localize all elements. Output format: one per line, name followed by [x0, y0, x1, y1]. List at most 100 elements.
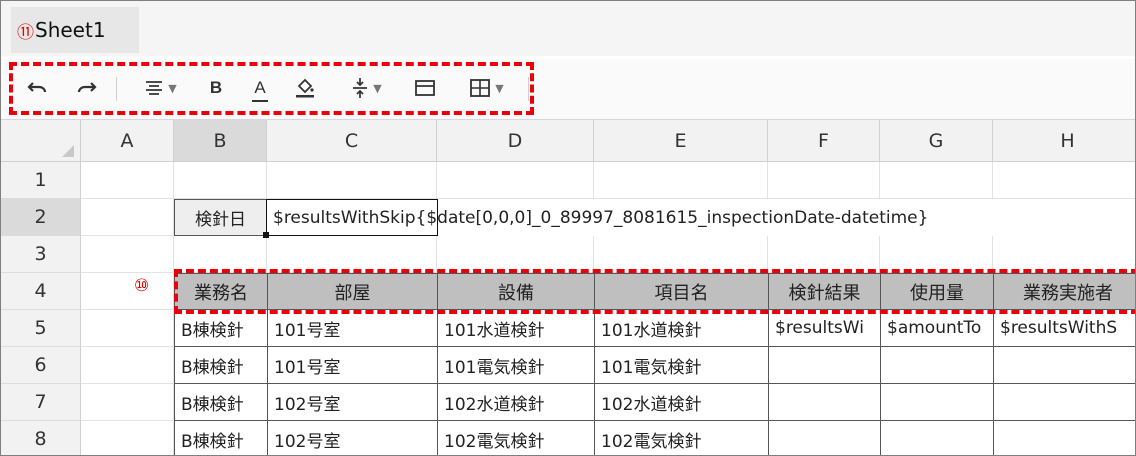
merge-cells-icon[interactable]	[411, 73, 439, 103]
cell-d5[interactable]: 101水道検針	[437, 309, 595, 347]
bold-icon[interactable]: B	[203, 73, 229, 103]
row-header-8[interactable]: 8	[1, 421, 81, 455]
cell-e5[interactable]: 101水道検針	[594, 309, 769, 347]
row-header-5[interactable]: 5	[1, 310, 81, 347]
cell-d4-header[interactable]: 設備	[437, 273, 595, 310]
cell-d8[interactable]: 102電気検針	[437, 420, 595, 455]
row-header-6[interactable]: 6	[1, 347, 81, 384]
cell-h4-header[interactable]: 業務実施者	[993, 273, 1135, 310]
cell-c5[interactable]: 101号室	[267, 309, 438, 347]
cell-h3[interactable]	[993, 236, 1135, 273]
cell-h8[interactable]	[993, 420, 1135, 455]
fill-color-icon[interactable]	[291, 73, 319, 103]
toolbar-separator	[528, 77, 529, 101]
cell-b2[interactable]: 検針日	[174, 199, 267, 236]
cell-d1[interactable]	[437, 162, 594, 199]
font-color-letter: A	[254, 78, 266, 97]
cell-c4-header[interactable]: 部屋	[267, 273, 438, 310]
column-header-g[interactable]: G	[880, 120, 993, 162]
borders-icon[interactable]: ▼	[459, 73, 515, 103]
cell-b6[interactable]: B棟検針	[174, 346, 268, 384]
undo-icon[interactable]	[23, 73, 53, 103]
cell-g1[interactable]	[880, 162, 993, 199]
column-header-f[interactable]: F	[768, 120, 880, 162]
cell-c1[interactable]	[267, 162, 437, 199]
cell-f4-header[interactable]: 検針結果	[768, 273, 881, 310]
cell-a1[interactable]	[81, 162, 174, 199]
cell-b8[interactable]: B棟検針	[174, 420, 268, 455]
row-header-2[interactable]: 2	[1, 199, 81, 236]
cell-f6[interactable]	[768, 346, 881, 384]
sheet-tab-label: Sheet1	[35, 18, 106, 42]
cell-f5[interactable]: $resultsWi	[768, 309, 881, 347]
font-color-label: A	[252, 78, 268, 102]
cell-g4-header[interactable]: 使用量	[880, 273, 994, 310]
chevron-down-icon: ▼	[168, 81, 177, 95]
cell-f7[interactable]	[768, 383, 881, 421]
cell-g5[interactable]: $amountTo	[880, 309, 994, 347]
bold-label: B	[209, 78, 223, 97]
cell-g7[interactable]	[880, 383, 994, 421]
spreadsheet-window: ⑪ Sheet1 ▼ B A ▼ ▼ A B C D E F G H 1 2 3…	[0, 0, 1136, 456]
cell-h5[interactable]: $resultsWithS	[993, 309, 1135, 347]
cell-c3[interactable]	[267, 236, 437, 273]
cell-d7[interactable]: 102水道検針	[437, 383, 595, 421]
cell-d6[interactable]: 101電気検針	[437, 346, 595, 384]
font-color-icon[interactable]: A	[247, 73, 273, 103]
corner-triangle	[62, 145, 74, 157]
cell-f8[interactable]	[768, 420, 881, 455]
cell-g6[interactable]	[880, 346, 994, 384]
row-header-4[interactable]: 4	[1, 273, 81, 310]
cell-e1[interactable]	[594, 162, 768, 199]
annotation-marker-11: ⑪	[17, 22, 34, 43]
cell-e6[interactable]: 101電気検針	[594, 346, 769, 384]
row-header-1[interactable]: 1	[1, 162, 81, 199]
cell-f3[interactable]	[768, 236, 880, 273]
vertical-align-icon[interactable]: ▼	[341, 73, 393, 103]
cell-e8[interactable]: 102電気検針	[594, 420, 769, 455]
cell-a5[interactable]	[81, 310, 174, 347]
column-header-c[interactable]: C	[267, 120, 437, 162]
select-all-corner[interactable]	[1, 120, 81, 162]
column-header-e[interactable]: E	[594, 120, 768, 162]
cell-c7[interactable]: 102号室	[267, 383, 438, 421]
cell-d3[interactable]	[437, 236, 594, 273]
cell-a4[interactable]	[81, 273, 174, 310]
cell-b1[interactable]	[174, 162, 267, 199]
cell-b4-header[interactable]: 業務名	[174, 273, 268, 310]
chevron-down-icon: ▼	[495, 81, 504, 95]
sheet-tab[interactable]: ⑪ Sheet1	[11, 7, 139, 53]
cell-a6[interactable]	[81, 347, 174, 384]
column-header-h[interactable]: H	[993, 120, 1135, 162]
cell-h7[interactable]	[993, 383, 1135, 421]
cell-a8[interactable]	[81, 421, 174, 455]
align-icon[interactable]: ▼	[136, 73, 186, 103]
cell-a7[interactable]	[81, 384, 174, 421]
cell-b3[interactable]	[174, 236, 267, 273]
row-header-3[interactable]: 3	[1, 236, 81, 273]
cell-h1[interactable]	[993, 162, 1135, 199]
font-color-bar	[252, 100, 268, 102]
cell-f1[interactable]	[768, 162, 880, 199]
cell-g8[interactable]	[880, 420, 994, 455]
cell-c2-selected[interactable]: $resultsWithSkip{$date[0,0,0]_0_89997_80…	[266, 199, 928, 236]
cell-b5[interactable]: B棟検針	[174, 309, 268, 347]
cell-e3[interactable]	[594, 236, 768, 273]
cell-a3[interactable]	[81, 236, 174, 273]
cell-e4-header[interactable]: 項目名	[594, 273, 769, 310]
selection-fill-handle[interactable]	[263, 232, 269, 238]
row-header-7[interactable]: 7	[1, 384, 81, 421]
redo-icon[interactable]	[71, 73, 101, 103]
cell-e7[interactable]: 102水道検針	[594, 383, 769, 421]
cell-c6[interactable]: 101号室	[267, 346, 438, 384]
cell-a2[interactable]	[81, 199, 174, 236]
cell-g3[interactable]	[880, 236, 993, 273]
cell-b7[interactable]: B棟検針	[174, 383, 268, 421]
chevron-down-icon: ▼	[373, 81, 382, 95]
cell-c8[interactable]: 102号室	[267, 420, 438, 455]
column-header-d[interactable]: D	[437, 120, 594, 162]
cell-h6[interactable]	[993, 346, 1135, 384]
sheet-tab-strip: ⑪ Sheet1	[1, 1, 1135, 56]
column-header-a[interactable]: A	[81, 120, 174, 162]
column-header-b[interactable]: B	[174, 120, 267, 162]
